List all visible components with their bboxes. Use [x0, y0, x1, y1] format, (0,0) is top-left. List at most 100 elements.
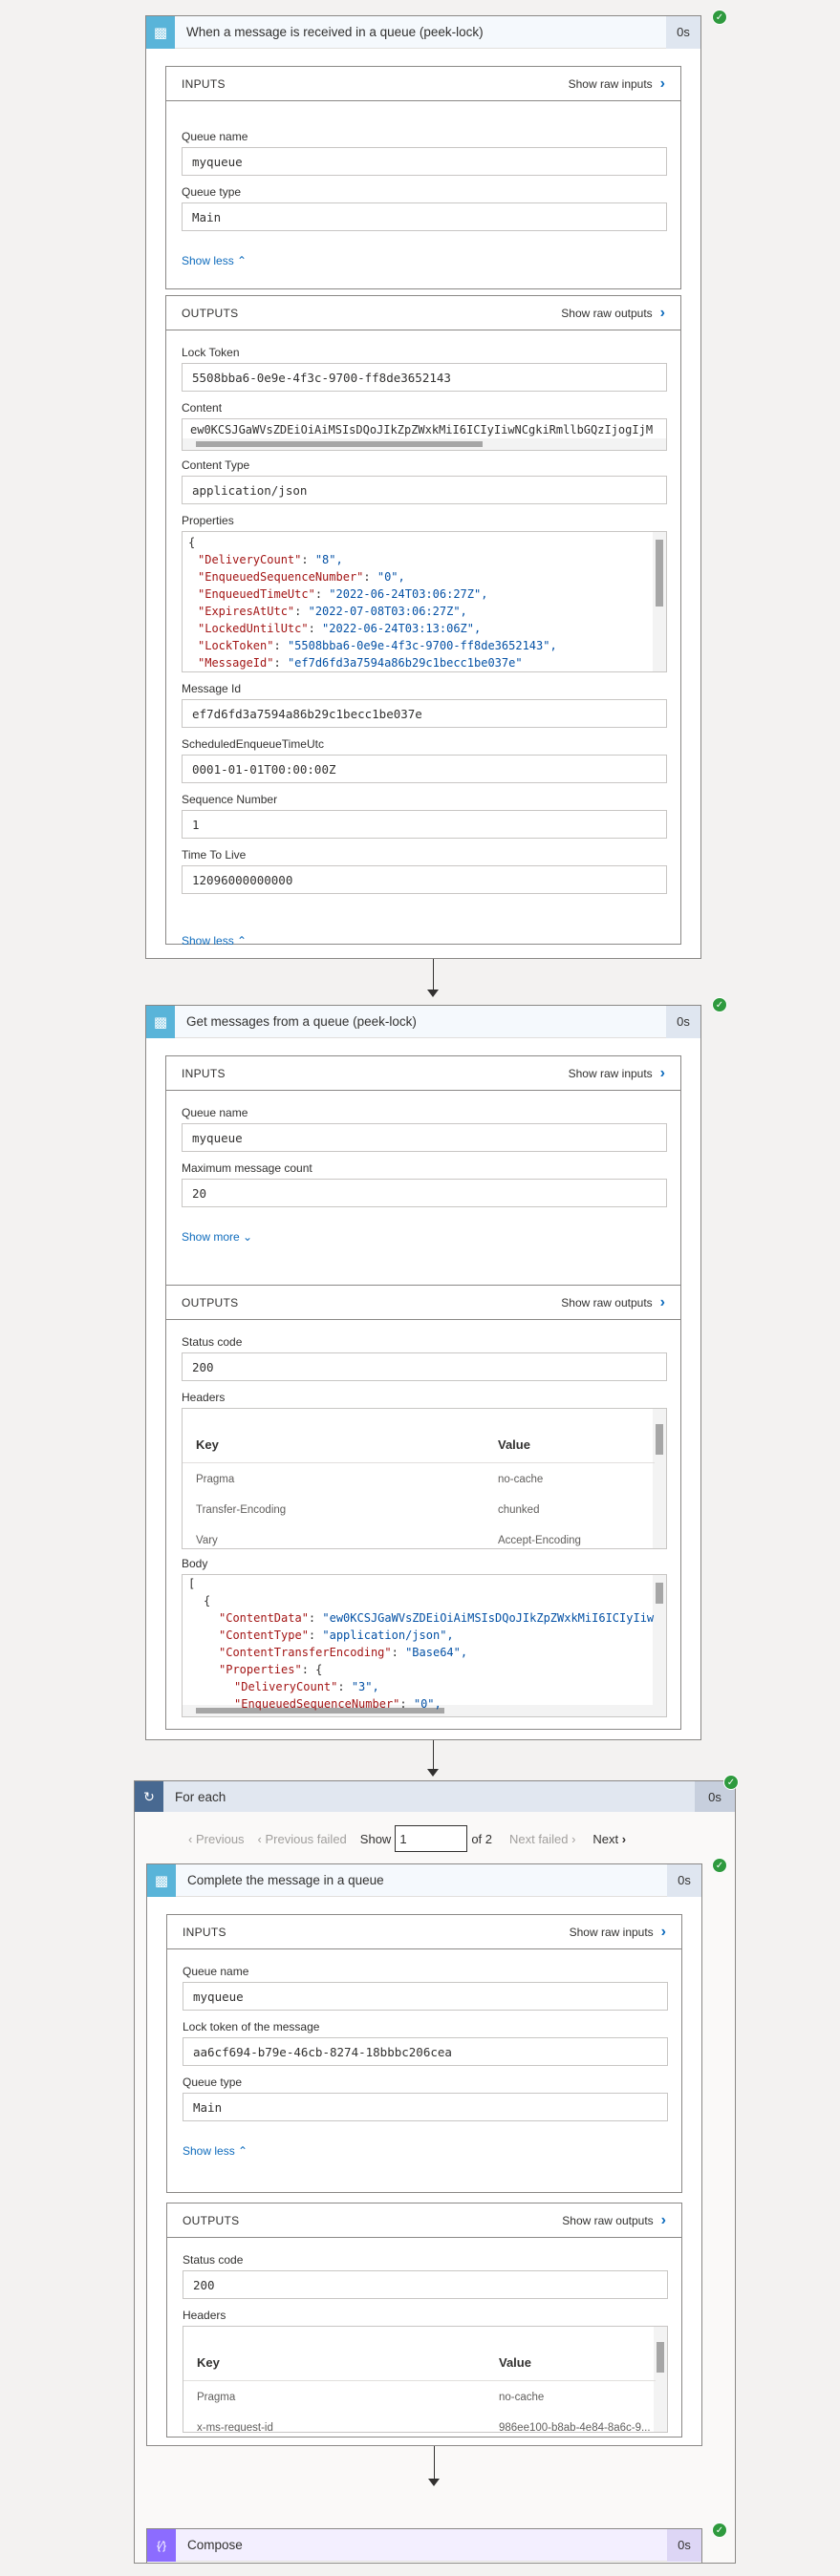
action-header[interactable]: ▩ When a message is received in a queue …	[146, 15, 700, 49]
json-line: "DeliveryCount": "3",	[234, 1680, 379, 1693]
header-key: Vary	[196, 1535, 218, 1546]
headers-table[interactable]: Key Value Pragma no-cache Transfer-Encoding c…	[182, 1408, 667, 1549]
queue-type-field[interactable]: Main	[183, 2093, 668, 2121]
json-line: "LockToken": "5508bba6-0e9e-4f3c-9700-ff…	[198, 639, 557, 652]
action-title: When a message is received in a queue (p…	[186, 25, 484, 39]
queue-type-field[interactable]: Main	[182, 202, 667, 231]
previous-failed-button[interactable]: ‹ Previous failed	[258, 1832, 347, 1846]
queue-name-field[interactable]: myqueue	[182, 147, 667, 176]
action-card-receive-message[interactable]: ▩ When a message is received in a queue …	[145, 15, 701, 959]
status-code-field[interactable]: 200	[182, 1352, 667, 1381]
properties-json[interactable]: {"DeliveryCount": "8", "EnqueuedSequenceN…	[182, 531, 667, 672]
show-raw-outputs-link[interactable]: Show raw outputs ›	[562, 2212, 666, 2229]
show-less-link[interactable]: Show less ⌃	[182, 254, 247, 267]
action-title: Complete the message in a queue	[187, 1873, 384, 1887]
vertical-scrollbar[interactable]	[654, 2327, 667, 2432]
action-card-get-messages[interactable]: ▩ Get messages from a queue (peek-lock) …	[145, 1005, 701, 1740]
json-line: {	[204, 1594, 211, 1607]
json-line: "ContentTransferEncoding": "Base64",	[219, 1646, 468, 1659]
next-failed-button[interactable]: Next failed ›	[509, 1832, 575, 1846]
time-to-live-field[interactable]: 12096000000000	[182, 865, 667, 894]
chevron-up-icon: ⌃	[237, 934, 248, 947]
key-column-header: Key	[197, 2355, 220, 2370]
show-raw-inputs-label: Show raw inputs	[568, 76, 653, 91]
header-value: no-cache	[498, 1474, 544, 1485]
show-less-label: Show less	[182, 254, 234, 267]
value-column-header: Value	[498, 1437, 530, 1452]
action-card-complete-message[interactable]: ▩ Complete the message in a queue 0s INP…	[146, 1863, 702, 2446]
inputs-title: INPUTS	[182, 76, 226, 91]
status-code-label: Status code	[182, 1335, 243, 1349]
foreach-title: For each	[175, 1789, 226, 1804]
vertical-scrollbar[interactable]	[653, 1409, 666, 1548]
json-line: "ContentType": "application/json",	[219, 1629, 454, 1642]
vertical-scrollbar[interactable]	[653, 532, 666, 671]
show-less-label: Show less	[183, 2144, 235, 2158]
show-raw-outputs-link[interactable]: Show raw outputs ›	[561, 1294, 665, 1311]
lock-token-field[interactable]: aa6cf694-b79e-46cb-8274-18bbbc206cea	[183, 2037, 668, 2066]
status-code-label: Status code	[183, 2253, 244, 2267]
action-header[interactable]: ▩ Complete the message in a queue 0s	[147, 1863, 701, 1897]
vertical-scrollbar[interactable]	[653, 1575, 666, 1705]
max-message-count-field[interactable]: 20	[182, 1179, 667, 1207]
show-less-link[interactable]: Show less ⌃	[183, 2144, 248, 2158]
queue-name-field[interactable]: myqueue	[183, 1982, 668, 2011]
headers-label: Headers	[183, 2309, 226, 2322]
show-raw-inputs-link[interactable]: Show raw inputs ›	[569, 75, 665, 93]
show-label: Show	[359, 1831, 392, 1846]
action-card-compose[interactable]: {⁄} Compose 0s	[146, 2528, 702, 2563]
chevron-right-icon: ›	[659, 1064, 665, 1081]
message-id-field[interactable]: ef7d6fd3a7594a86b29c1becc1be037e	[182, 699, 667, 728]
json-line: "LockedUntilUtc": "2022-06-24T03:13:06Z"…	[198, 622, 482, 635]
chevron-left-icon: ‹	[188, 1831, 193, 1846]
iteration-pager: ‹ Previous ‹ Previous failed Show 1 of 2…	[188, 1825, 626, 1852]
sequence-number-label: Sequence Number	[182, 793, 278, 806]
message-id-label: Message Id	[182, 682, 242, 695]
content-type-field[interactable]: application/json	[182, 476, 667, 504]
show-more-label: Show more	[182, 1230, 240, 1244]
json-line: "EnqueuedSequenceNumber": "0",	[198, 570, 405, 584]
sequence-number-field[interactable]: 1	[182, 810, 667, 839]
show-raw-outputs-label: Show raw outputs	[562, 2213, 654, 2227]
show-raw-inputs-link[interactable]: Show raw inputs ›	[569, 1065, 665, 1082]
table-divider	[183, 2380, 656, 2381]
chevron-right-icon: ›	[659, 75, 665, 92]
queue-name-field[interactable]: myqueue	[182, 1123, 667, 1152]
service-bus-icon: ▩	[147, 1863, 176, 1897]
action-title: Get messages from a queue (peek-lock)	[186, 1014, 417, 1029]
headers-table[interactable]: Key Value Pragma no-cache x-ms-request-id 986…	[183, 2326, 668, 2433]
scheduled-enqueue-field[interactable]: 0001-01-01T00:00:00Z	[182, 755, 667, 783]
outputs-title: OUTPUTS	[183, 2213, 240, 2227]
json-line: "EnqueuedSequenceNumber": "0",	[234, 1697, 442, 1711]
action-header[interactable]: ▩ Get messages from a queue (peek-lock) …	[146, 1005, 700, 1038]
key-column-header: Key	[196, 1437, 219, 1452]
next-button[interactable]: Next ›	[592, 1832, 626, 1846]
chevron-right-icon: ›	[660, 2211, 666, 2228]
json-line: {	[188, 536, 196, 549]
outputs-title: OUTPUTS	[182, 306, 239, 320]
show-raw-inputs-link[interactable]: Show raw inputs ›	[570, 1924, 666, 1941]
content-field[interactable]: ew0KCSJGaWVsZDEiOiAiMSIsDQoJIkZpZWxkMiI6…	[182, 418, 667, 451]
json-line: "Properties": {	[219, 1663, 323, 1676]
header-key: Pragma	[197, 2392, 236, 2403]
inputs-header: INPUTS Show raw inputs ›	[167, 1915, 681, 1949]
show-raw-outputs-label: Show raw outputs	[561, 306, 653, 320]
foreach-container[interactable]: ↻ For each 0s ‹ Previous ‹ Previous fail…	[134, 1780, 736, 2564]
action-header[interactable]: {⁄} Compose 0s	[147, 2528, 701, 2562]
success-check-icon: ✓	[712, 2523, 727, 2538]
body-json[interactable]: [{"ContentData": "ew0KCSJGaWVsZDEiOiAiMS…	[182, 1574, 667, 1717]
lock-token-field[interactable]: 5508bba6-0e9e-4f3c-9700-ff8de3652143	[182, 363, 667, 392]
json-line: [	[188, 1577, 196, 1590]
service-bus-icon: ▩	[146, 1005, 175, 1038]
outputs-header: OUTPUTS Show raw outputs ›	[167, 2203, 681, 2238]
success-check-icon: ✓	[712, 10, 727, 25]
show-raw-outputs-link[interactable]: Show raw outputs ›	[561, 305, 665, 322]
horizontal-scrollbar[interactable]	[183, 438, 666, 450]
header-key: x-ms-request-id	[197, 2422, 273, 2433]
status-code-field[interactable]: 200	[183, 2270, 668, 2299]
foreach-header[interactable]: ↻ For each 0s	[135, 1781, 735, 1812]
iteration-input[interactable]: 1	[395, 1825, 468, 1852]
show-more-link[interactable]: Show more ⌄	[182, 1230, 252, 1244]
previous-button[interactable]: ‹ Previous	[188, 1832, 245, 1846]
show-less-link[interactable]: Show less ⌃	[182, 934, 247, 947]
